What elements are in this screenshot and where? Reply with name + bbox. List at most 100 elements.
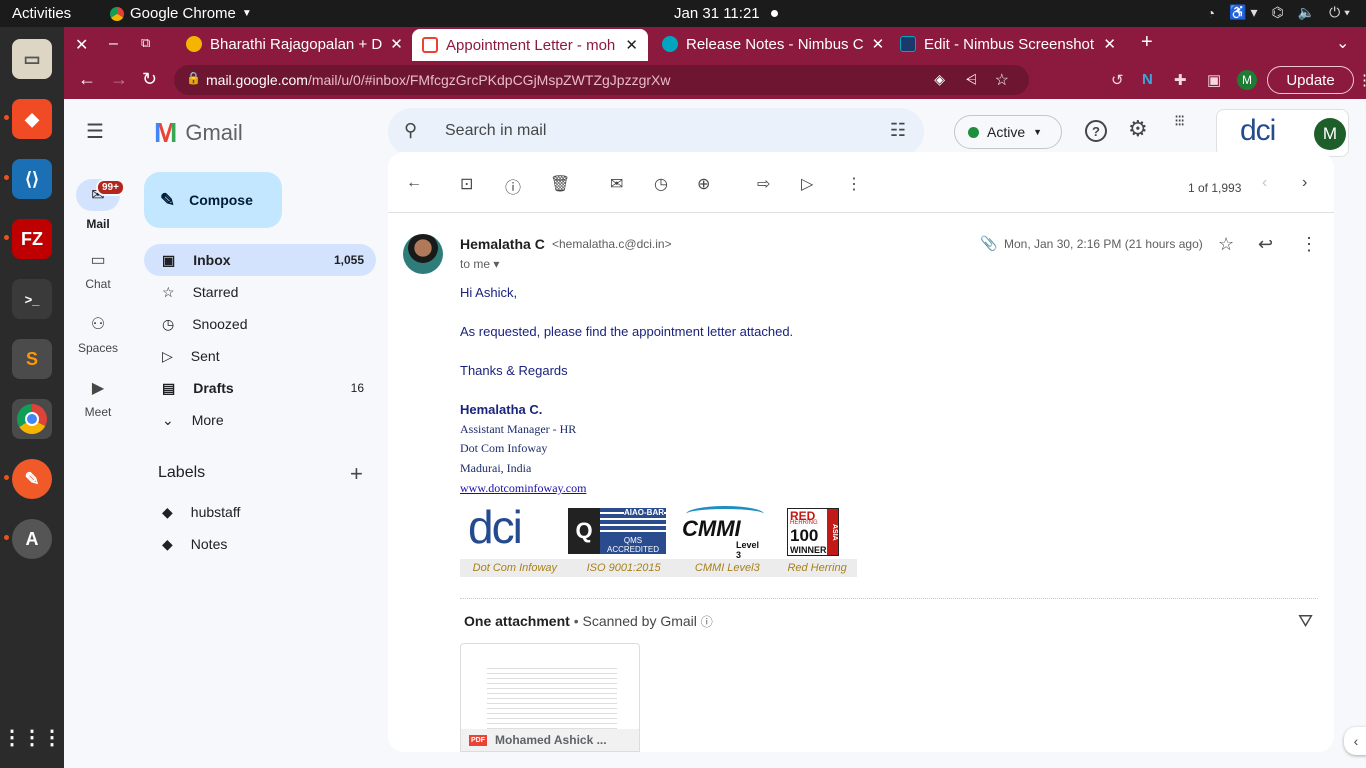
search-icon[interactable]: ⚲ — [404, 120, 417, 141]
snooze-icon[interactable]: ◷ — [654, 174, 668, 194]
close-tab-icon[interactable]: ✕ — [872, 35, 885, 53]
rail-spaces[interactable]: ⚇ Spaces — [76, 311, 120, 355]
archive-icon[interactable]: ⊡ — [460, 174, 473, 194]
clock[interactable]: Jan 31 11:21 — [674, 5, 760, 22]
nav-starred[interactable]: ☆ Starred — [144, 276, 376, 308]
move-to-icon[interactable]: ⇨ — [757, 174, 770, 194]
nav-more[interactable]: ⌄ More — [144, 404, 376, 436]
help-icon[interactable]: ? — [1085, 120, 1107, 142]
google-apps-icon[interactable]: ⁝⁝⁝ — [1174, 114, 1194, 130]
tab-edit-nimbus[interactable]: Edit - Nimbus Screenshot ✕ — [890, 27, 1126, 61]
nimbus-extension-icon[interactable]: N — [1142, 71, 1153, 88]
nav-snoozed[interactable]: ◷ Snoozed — [144, 308, 376, 340]
window-restore-icon[interactable]: ⧉ — [141, 35, 150, 51]
filezilla-icon[interactable]: FZ — [12, 219, 52, 259]
label-icon[interactable]: ▷ — [801, 174, 813, 194]
back-to-inbox-icon[interactable]: ← — [406, 174, 422, 192]
attachment-count: One attachment — [464, 613, 570, 629]
running-indicator — [4, 115, 9, 120]
account-card[interactable]: dci M — [1216, 109, 1349, 157]
inkscape-icon[interactable]: ✎ — [12, 459, 52, 499]
chevron-down-icon: ▼ — [1033, 127, 1043, 137]
label-hubstaff[interactable]: ◆ hubstaff — [144, 496, 376, 528]
settings-gear-icon[interactable]: ⚙ — [1128, 116, 1148, 142]
report-spam-icon[interactable]: ⓘ — [505, 174, 521, 198]
gmail-logo[interactable]: M Gmail — [154, 119, 243, 147]
omnibox[interactable]: 🔒 mail.google.com/mail/u/0/#inbox/FMfcgz… — [174, 65, 1029, 95]
rail-meet[interactable]: ▶ Meet — [76, 375, 120, 419]
activities-button[interactable]: Activities — [12, 5, 71, 22]
newer-chevron-left-icon[interactable]: ‹ — [1262, 174, 1267, 192]
main-menu-icon[interactable]: ☰ — [86, 119, 104, 144]
close-tab-icon[interactable]: ✕ — [1103, 35, 1116, 53]
email-date: Mon, Jan 30, 2:16 PM (21 hours ago) — [1004, 237, 1203, 251]
message-more-icon[interactable]: ⋮ — [1300, 234, 1318, 255]
add-to-tasks-icon[interactable]: ⊕ — [697, 174, 710, 194]
side-panel-icon[interactable]: ▣ — [1207, 71, 1221, 89]
system-tray[interactable]: ◔ ♿ ▾ ⌬ 🔈 ⏻ ▾ — [1207, 4, 1350, 21]
mark-unread-icon[interactable]: ✉ — [610, 174, 623, 194]
forward-icon[interactable]: → — [110, 69, 128, 90]
sender-avatar[interactable] — [403, 234, 443, 274]
status-dropdown[interactable]: Active ▼ — [954, 115, 1062, 149]
view-site-info-icon[interactable]: ◈ — [934, 71, 945, 88]
rail-mail[interactable]: ✉ 99+ Mail — [76, 179, 125, 231]
attachment-card[interactable]: PDF Mohamed Ashick ... — [460, 643, 640, 752]
label-notes[interactable]: ◆ Notes — [144, 528, 376, 560]
nav-sent[interactable]: ▷ Sent — [144, 340, 376, 372]
close-tab-icon[interactable]: ✕ — [625, 36, 638, 54]
sender-name[interactable]: Hemalatha C — [460, 236, 545, 252]
back-icon[interactable]: ← — [78, 69, 96, 90]
reply-icon[interactable]: ↩ — [1258, 234, 1273, 255]
older-chevron-right-icon[interactable]: › — [1302, 174, 1307, 192]
search-bar[interactable]: ⚲ Search in mail ☷ — [388, 108, 924, 156]
tab-search-chevron-icon[interactable]: ⌄ — [1336, 33, 1349, 53]
bitbucket-icon[interactable]: ◆ — [12, 99, 52, 139]
recipients-dropdown[interactable]: to me ▾ — [460, 257, 499, 271]
info-icon[interactable]: ⓘ — [701, 615, 713, 629]
account-avatar[interactable]: M — [1314, 118, 1346, 150]
add-to-drive-icon[interactable]: ⛛ — [1298, 611, 1313, 632]
search-input[interactable]: Search in mail — [445, 122, 546, 140]
search-options-icon[interactable]: ☷ — [890, 120, 906, 141]
window-close-icon[interactable]: ✕ — [75, 35, 88, 55]
nav-drafts[interactable]: ▤ Drafts 16 — [144, 372, 376, 404]
expand-side-panel-icon[interactable]: ‹ — [1344, 727, 1366, 755]
extensions-puzzle-icon[interactable]: ✚ — [1174, 71, 1187, 89]
app-menu[interactable]: Google Chrome ▼ — [110, 5, 252, 22]
tab-bharathi[interactable]: Bharathi Rajagopalan + D ✕ — [176, 27, 412, 61]
add-label-icon[interactable]: + — [350, 461, 363, 487]
bookmark-star-icon[interactable]: ☆ — [995, 70, 1009, 90]
tab-label: Bharathi Rajagopalan + D — [210, 35, 383, 53]
sublime-text-icon[interactable]: S — [12, 339, 52, 379]
delete-icon[interactable]: 🗑 — [550, 174, 570, 194]
new-tab-icon[interactable]: + — [1141, 31, 1153, 54]
reload-icon[interactable]: ↻ — [142, 69, 157, 90]
show-apps-icon[interactable]: ⋮⋮⋮ — [2, 717, 62, 757]
nav-inbox[interactable]: ▣ Inbox 1,055 — [144, 244, 376, 276]
software-updater-icon[interactable]: A — [12, 519, 52, 559]
rail-chat[interactable]: ▭ Chat — [76, 247, 120, 291]
compose-button[interactable]: ✎ Compose — [144, 172, 282, 228]
more-options-icon[interactable]: ⋮ — [846, 174, 862, 194]
gmail-favicon-icon — [422, 37, 438, 53]
share-icon[interactable]: ⩤ — [966, 71, 977, 88]
tab-appointment-letter[interactable]: Appointment Letter - moh ✕ — [412, 29, 648, 61]
terminal-icon[interactable]: >_ — [12, 279, 52, 319]
tab-release-notes[interactable]: Release Notes - Nimbus C ✕ — [652, 27, 888, 61]
chrome-dock-icon[interactable] — [12, 399, 52, 439]
extension-reload-icon[interactable]: ↺ — [1111, 71, 1124, 89]
dci-logo: dci — [468, 501, 523, 553]
signature-link[interactable]: www.dotcominfoway.com — [460, 481, 586, 496]
update-button[interactable]: Update — [1267, 66, 1354, 94]
star-icon[interactable]: ☆ — [1218, 234, 1234, 255]
files-icon[interactable]: ▭ — [12, 39, 52, 79]
close-tab-icon[interactable]: ✕ — [390, 35, 403, 53]
vscode-icon[interactable]: ⟨⟩ — [12, 159, 52, 199]
chrome-menu-icon[interactable]: ⋮ — [1357, 71, 1366, 89]
rail-label: Spaces — [77, 341, 119, 355]
meet-icon: ▶ — [91, 380, 105, 397]
profile-avatar[interactable]: M — [1237, 70, 1257, 90]
status-label: Active — [987, 124, 1026, 140]
window-minimize-icon[interactable]: – — [109, 35, 118, 53]
